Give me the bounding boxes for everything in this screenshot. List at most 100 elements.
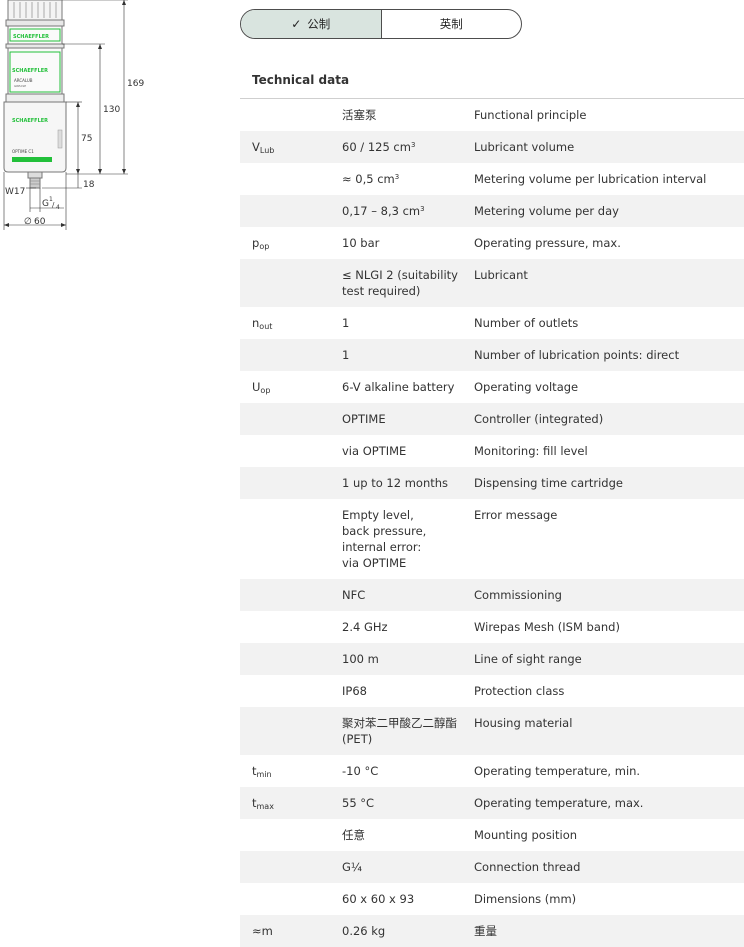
symbol-cell xyxy=(240,643,342,675)
symbol-subscript: op xyxy=(259,242,270,251)
symbol-text: ≈m xyxy=(252,924,273,938)
table-row: OPTIME Controller (integrated) xyxy=(240,403,744,435)
table-row: ≤ NLGI 2 (suitability test required) Lubr… xyxy=(240,259,744,307)
table-row: 1 Number of lubrication points: direct xyxy=(240,339,744,371)
description-cell: Dispensing time cartridge xyxy=(474,476,623,490)
value-cell: Empty level, back pressure, internal err… xyxy=(342,499,474,579)
symbol-cell xyxy=(240,707,342,755)
value-text: 10 bar xyxy=(342,236,380,250)
dim-thread-length: 18 xyxy=(83,180,95,190)
description-cell: Operating voltage xyxy=(474,380,579,394)
value-text: ≈ 0,5 cm xyxy=(342,172,395,186)
symbol-cell xyxy=(240,163,342,195)
dim-diameter-symbol: ∅ xyxy=(24,217,32,227)
description-cell: Operating temperature, min. xyxy=(474,764,641,778)
symbol-cell xyxy=(240,339,342,371)
value-text: NFC xyxy=(342,588,366,602)
symbol-cell xyxy=(240,675,342,707)
value-cell: G¼ xyxy=(342,851,474,883)
value-text: 0.26 kg xyxy=(342,924,386,938)
value-text: 任意 xyxy=(342,828,365,842)
description-cell: Lubricant xyxy=(474,268,528,282)
table-row: VLub 60 / 125 cm3 Lubricant volume xyxy=(240,131,744,163)
table-row: NFC Commissioning xyxy=(240,579,744,611)
symbol-cell xyxy=(240,435,342,467)
value-cell: 任意 xyxy=(342,819,474,851)
symbol-cell: ≈m xyxy=(240,915,342,947)
value-superscript: 3 xyxy=(420,205,425,213)
table-row: Empty level, back pressure, internal err… xyxy=(240,499,744,579)
value-text: 1 xyxy=(342,316,350,330)
value-cell: 2.4 GHz xyxy=(342,611,474,643)
symbol-subscript: op xyxy=(260,386,271,395)
metric-toggle-button[interactable]: ✓ 公制 xyxy=(241,10,382,38)
dim-body: 75 xyxy=(81,134,92,144)
cartridge-label: ARCALUB xyxy=(14,78,33,83)
symbol-cell: tmax xyxy=(240,787,342,819)
imperial-toggle-button[interactable]: 英制 xyxy=(382,10,522,38)
table-row: 任意 Mounting position xyxy=(240,819,744,851)
value-text: IP68 xyxy=(342,684,367,698)
description-cell: Wirepas Mesh (ISM band) xyxy=(474,620,620,634)
table-row: tmax 55 °C Operating temperature, max. xyxy=(240,787,744,819)
description-cell: Connection thread xyxy=(474,860,581,874)
table-row: 2.4 GHz Wirepas Mesh (ISM band) xyxy=(240,611,744,643)
description-cell: Number of lubrication points: direct xyxy=(474,348,680,362)
product-dimension-drawing: SCHAEFFLER SCHAEFFLER ARCALUB GREASE SCH… xyxy=(0,0,150,235)
metric-label: 公制 xyxy=(307,17,331,31)
symbol-cell: tmin xyxy=(240,755,342,787)
dim-diameter: 60 xyxy=(34,217,46,227)
brand-text-top: SCHAEFFLER xyxy=(13,34,49,40)
value-text: via OPTIME xyxy=(342,444,407,458)
symbol-cell xyxy=(240,499,342,579)
table-row: 1 up to 12 months Dispensing time cartrid… xyxy=(240,467,744,499)
description-cell: Metering volume per lubrication interval xyxy=(474,172,707,186)
value-cell: 100 m xyxy=(342,643,474,675)
value-cell: OPTIME xyxy=(342,403,474,435)
value-text: G¼ xyxy=(342,860,363,874)
symbol-cell xyxy=(240,883,342,915)
value-text: 55 °C xyxy=(342,796,375,810)
cartridge-sub-label: GREASE xyxy=(14,84,26,88)
dim-cartridge: 130 xyxy=(103,105,120,115)
description-cell: Protection class xyxy=(474,684,565,698)
description-cell: Lubricant volume xyxy=(474,140,575,154)
value-text: 60 / 125 cm xyxy=(342,140,411,154)
dim-wrench-size: W17 xyxy=(5,187,25,197)
value-cell: 1 xyxy=(342,339,474,371)
symbol-text: V xyxy=(252,140,260,154)
value-cell: IP68 xyxy=(342,675,474,707)
description-cell: Line of sight range xyxy=(474,652,582,666)
symbol-subscript: Lub xyxy=(259,146,275,155)
description-cell: Monitoring: fill level xyxy=(474,444,588,458)
description-cell: Metering volume per day xyxy=(474,204,619,218)
description-cell: Mounting position xyxy=(474,828,578,842)
value-text: ≤ NLGI 2 (suitability test required) xyxy=(342,268,458,298)
value-text: -10 °C xyxy=(342,764,379,778)
table-row: 100 m Line of sight range xyxy=(240,643,744,675)
symbol-cell xyxy=(240,851,342,883)
symbol-cell xyxy=(240,259,342,307)
table-row: 60 x 60 x 93 Dimensions (mm) xyxy=(240,883,744,915)
value-superscript: 3 xyxy=(410,141,416,149)
value-cell: 60 / 125 cm3 xyxy=(342,131,474,163)
value-cell: 6-V alkaline battery xyxy=(342,371,474,403)
dim-thread-main: G xyxy=(42,199,49,209)
table-row: Uop 6-V alkaline battery Operating voltage xyxy=(240,371,744,403)
symbol-subscript: out xyxy=(259,322,273,331)
value-superscript: 3 xyxy=(394,173,400,181)
value-text: Empty level, back pressure, internal err… xyxy=(342,508,427,570)
symbol-subscript: min xyxy=(256,770,272,779)
description-cell: Dimensions (mm) xyxy=(474,892,577,906)
value-cell: 活塞泵 xyxy=(342,99,474,131)
symbol-cell xyxy=(240,99,342,131)
symbol-cell xyxy=(240,819,342,851)
table-row: 活塞泵 Functional principle xyxy=(240,99,744,131)
value-text: OPTIME xyxy=(342,412,386,426)
symbol-cell xyxy=(240,579,342,611)
value-text: 1 up to 12 months xyxy=(342,476,449,490)
symbol-subscript: max xyxy=(256,802,274,811)
value-cell: 聚对苯二甲酸乙二醇酯 (PET) xyxy=(342,707,474,755)
value-cell: NFC xyxy=(342,579,474,611)
description-cell: Functional principle xyxy=(474,108,587,122)
